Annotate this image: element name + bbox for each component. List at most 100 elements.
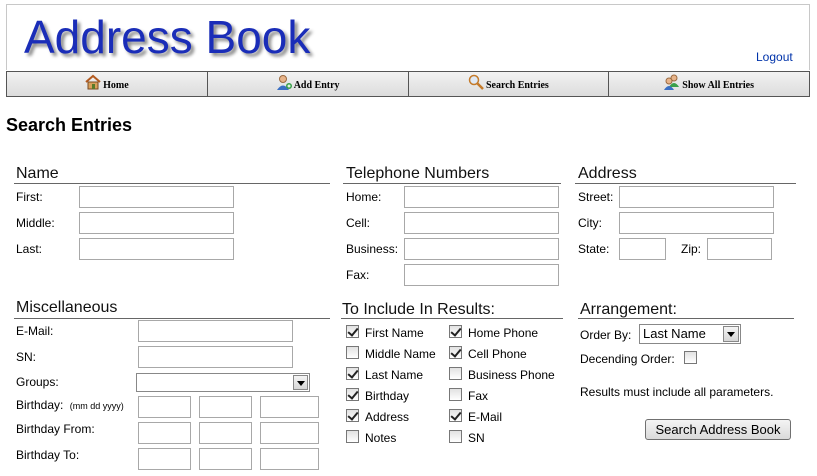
include-notes-checkbox[interactable] bbox=[346, 430, 359, 443]
page-title: Search Entries bbox=[6, 115, 133, 135]
nav-search-entries-label: Search Entries bbox=[485, 79, 549, 91]
birthday-format-hint: (mm dd yyyy) bbox=[69, 401, 124, 411]
phones-section-title: Telephone Numbers bbox=[346, 165, 490, 182]
misc-divider bbox=[14, 318, 330, 319]
birthday-from-day-input[interactable] bbox=[199, 422, 252, 444]
add-user-icon bbox=[276, 75, 292, 90]
arrangement-section-title: Arrangement: bbox=[580, 301, 677, 318]
include-option-label: E-Mail bbox=[468, 410, 503, 424]
chevron-down-icon[interactable] bbox=[723, 326, 739, 342]
include-option-label: Fax bbox=[468, 389, 489, 403]
include-option-label: Middle Name bbox=[365, 347, 436, 361]
nav-home[interactable]: Home bbox=[7, 72, 208, 96]
order-by-value: Last Name bbox=[643, 326, 706, 341]
phones-divider bbox=[343, 183, 561, 184]
zip-label: Zip: bbox=[681, 242, 702, 256]
last-name-input[interactable] bbox=[79, 238, 234, 260]
birthday-label: Birthday: (mm dd yyyy) bbox=[16, 398, 124, 412]
middle-label: Middle: bbox=[16, 216, 55, 230]
home-phone-label: Home: bbox=[346, 190, 382, 204]
state-label: State: bbox=[578, 242, 610, 256]
city-label: City: bbox=[578, 216, 602, 230]
first-name-input[interactable] bbox=[79, 186, 234, 208]
groups-label: Groups: bbox=[16, 375, 59, 389]
nav-add-entry[interactable]: Add Entry bbox=[207, 72, 409, 96]
groups-select[interactable] bbox=[136, 373, 310, 392]
email-label: E-Mail: bbox=[16, 324, 54, 338]
order-by-label: Order By: bbox=[580, 328, 632, 342]
chevron-down-icon[interactable] bbox=[293, 375, 308, 390]
zip-input[interactable] bbox=[707, 238, 772, 260]
business-phone-input[interactable] bbox=[404, 238, 559, 260]
include-birthday-checkbox[interactable] bbox=[346, 388, 359, 401]
search-address-book-button[interactable]: Search Address Book bbox=[645, 419, 791, 440]
birthday-year-input[interactable] bbox=[260, 396, 319, 418]
home-phone-input[interactable] bbox=[404, 186, 559, 208]
nav-search-entries[interactable]: Search Entries bbox=[408, 72, 610, 96]
fax-label: Fax: bbox=[346, 268, 370, 282]
birthday-to-day-input[interactable] bbox=[199, 448, 252, 470]
include-option-label: Cell Phone bbox=[468, 347, 527, 361]
birthday-from-label: Birthday From: bbox=[16, 422, 95, 436]
first-label: First: bbox=[16, 190, 43, 204]
home-icon bbox=[85, 74, 101, 90]
birthday-month-input[interactable] bbox=[138, 396, 191, 418]
middle-name-input[interactable] bbox=[79, 212, 234, 234]
order-by-select[interactable]: Last Name bbox=[639, 324, 741, 344]
last-label: Last: bbox=[16, 242, 43, 256]
include-e-mail-checkbox[interactable] bbox=[449, 409, 462, 422]
arrangement-divider bbox=[578, 318, 794, 319]
include-divider bbox=[341, 318, 563, 319]
birthday-from-year-input[interactable] bbox=[260, 422, 319, 444]
cell-phone-label: Cell: bbox=[346, 216, 371, 230]
street-label: Street: bbox=[578, 190, 614, 204]
magnifier-icon bbox=[468, 74, 484, 90]
include-sn-checkbox[interactable] bbox=[449, 430, 462, 443]
include-option-label: Business Phone bbox=[468, 368, 555, 382]
include-cell-phone-checkbox[interactable] bbox=[449, 346, 462, 359]
misc-section-title: Miscellaneous bbox=[16, 299, 118, 316]
include-home-phone-checkbox[interactable] bbox=[449, 325, 462, 338]
include-option-label: Notes bbox=[365, 431, 397, 445]
logout-link[interactable]: Logout bbox=[756, 50, 793, 64]
include-middle-name-checkbox[interactable] bbox=[346, 346, 359, 359]
state-input[interactable] bbox=[619, 238, 666, 260]
fax-input[interactable] bbox=[404, 264, 559, 286]
users-icon bbox=[664, 74, 680, 90]
nav-home-label: Home bbox=[103, 79, 129, 91]
app-title: Address Book bbox=[24, 11, 311, 63]
address-section-title: Address bbox=[578, 165, 637, 182]
include-business-phone-checkbox[interactable] bbox=[449, 367, 462, 380]
email-input[interactable] bbox=[138, 320, 293, 342]
results-note: Results must include all parameters. bbox=[580, 385, 774, 399]
birthday-from-month-input[interactable] bbox=[138, 422, 191, 444]
birthday-day-input[interactable] bbox=[199, 396, 252, 418]
include-fax-checkbox[interactable] bbox=[449, 388, 462, 401]
sn-label: SN: bbox=[16, 350, 37, 364]
birthday-label-text: Birthday: bbox=[16, 398, 64, 412]
address-divider bbox=[575, 183, 796, 184]
birthday-to-month-input[interactable] bbox=[138, 448, 191, 470]
name-section-title: Name bbox=[16, 165, 59, 182]
include-address-checkbox[interactable] bbox=[346, 409, 359, 422]
include-last-name-checkbox[interactable] bbox=[346, 367, 359, 380]
nav-show-all[interactable]: Show All Entries bbox=[609, 72, 809, 96]
include-first-name-checkbox[interactable] bbox=[346, 325, 359, 338]
include-option-label: Last Name bbox=[365, 368, 424, 382]
include-option-label: SN bbox=[468, 431, 485, 445]
sn-input[interactable] bbox=[138, 346, 293, 368]
descending-label: Decending Order: bbox=[580, 352, 675, 366]
descending-checkbox[interactable] bbox=[684, 351, 697, 364]
include-option-label: Home Phone bbox=[468, 326, 539, 340]
include-option-label: First Name bbox=[365, 326, 424, 340]
business-phone-label: Business: bbox=[346, 242, 399, 256]
birthday-to-label: Birthday To: bbox=[16, 448, 80, 462]
birthday-to-year-input[interactable] bbox=[260, 448, 319, 470]
include-section-title: To Include In Results: bbox=[342, 301, 495, 318]
include-option-label: Address bbox=[365, 410, 410, 424]
city-input[interactable] bbox=[619, 212, 774, 234]
cell-phone-input[interactable] bbox=[404, 212, 559, 234]
street-input[interactable] bbox=[619, 186, 774, 208]
nav-add-entry-label: Add Entry bbox=[293, 79, 340, 91]
name-divider bbox=[14, 183, 330, 184]
